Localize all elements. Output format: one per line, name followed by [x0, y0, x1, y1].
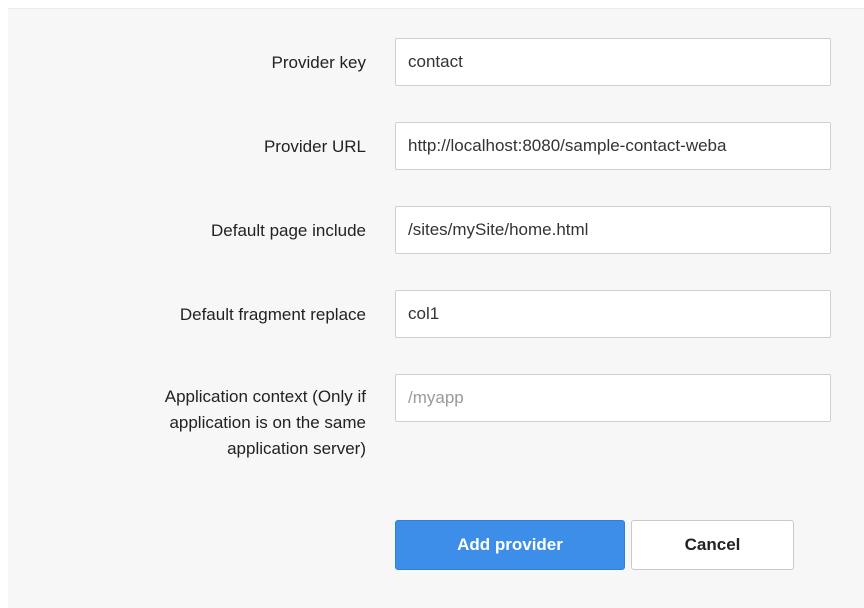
provider-form-panel: Provider key Provider URL Default page i… — [8, 8, 864, 608]
default-page-include-input[interactable] — [395, 206, 831, 254]
default-fragment-replace-input[interactable] — [395, 290, 831, 338]
add-provider-button[interactable]: Add provider — [395, 520, 625, 570]
provider-key-label: Provider key — [271, 53, 366, 72]
application-context-label-line-2: application is on the same — [169, 413, 366, 432]
application-context-label-line-3: application server) — [227, 439, 366, 458]
provider-url-input[interactable] — [395, 122, 831, 170]
provider-url-label: Provider URL — [263, 137, 366, 156]
application-context-input[interactable] — [395, 374, 831, 422]
application-context-label: Application context (Only if application… — [66, 384, 366, 462]
cancel-button[interactable]: Cancel — [631, 520, 794, 570]
provider-key-input[interactable] — [395, 38, 831, 86]
application-context-label-line-1: Application context (Only if — [164, 387, 366, 406]
default-fragment-replace-label: Default fragment replace — [179, 305, 366, 324]
default-page-include-label: Default page include — [210, 221, 366, 240]
